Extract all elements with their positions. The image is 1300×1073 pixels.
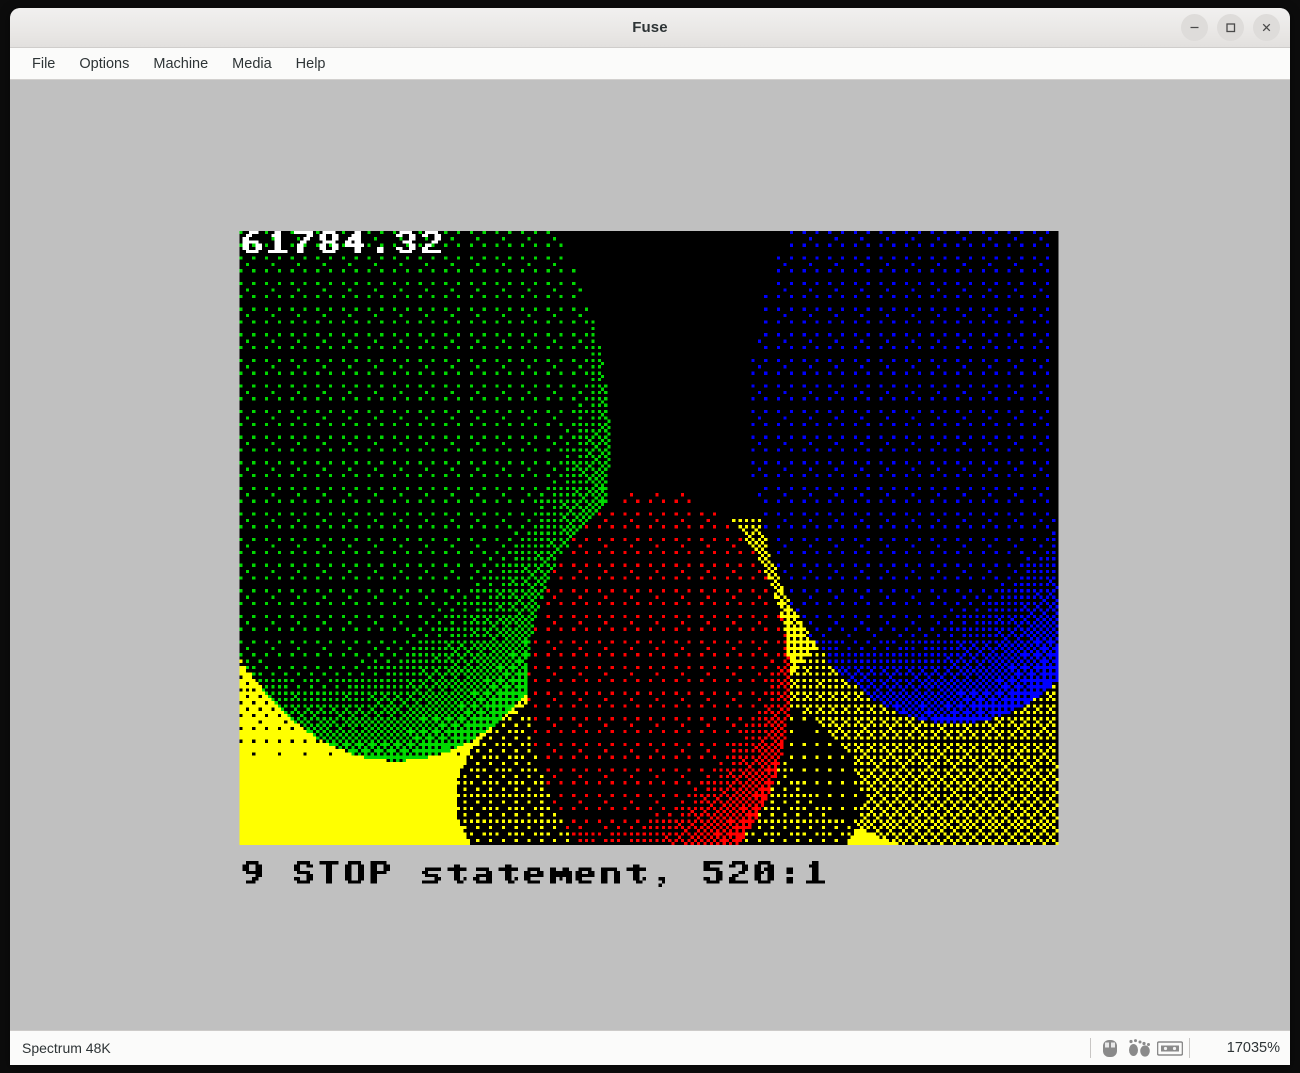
menu-item-options[interactable]: Options (69, 53, 139, 75)
menu-bar: File Options Machine Media Help (10, 48, 1290, 80)
microdrive-icon[interactable] (1125, 1035, 1155, 1061)
status-divider-2 (1189, 1038, 1190, 1058)
mouse-icon[interactable] (1095, 1035, 1125, 1061)
menu-item-help[interactable]: Help (286, 53, 336, 75)
machine-label: Spectrum 48K (22, 1040, 111, 1056)
status-divider (1090, 1038, 1091, 1058)
title-bar[interactable]: Fuse (10, 8, 1290, 48)
menu-item-media[interactable]: Media (222, 53, 282, 75)
emulator-display-area[interactable] (10, 80, 1290, 1030)
window-title: Fuse (632, 19, 668, 36)
status-bar: Spectrum 48K 17035% (10, 1030, 1290, 1065)
tape-icon[interactable] (1155, 1035, 1185, 1061)
menu-item-file[interactable]: File (22, 53, 65, 75)
maximize-button[interactable] (1217, 14, 1244, 41)
fuse-window: Fuse File Options Machine Media Help Spe… (10, 8, 1290, 1065)
minimize-button[interactable] (1181, 14, 1208, 41)
spectrum-screen[interactable] (137, 154, 1161, 922)
status-icon-group (1086, 1035, 1202, 1061)
emulation-speed-label: 17035% (1226, 1040, 1280, 1056)
window-controls (1181, 8, 1280, 47)
menu-item-machine[interactable]: Machine (143, 53, 218, 75)
close-button[interactable] (1253, 14, 1280, 41)
